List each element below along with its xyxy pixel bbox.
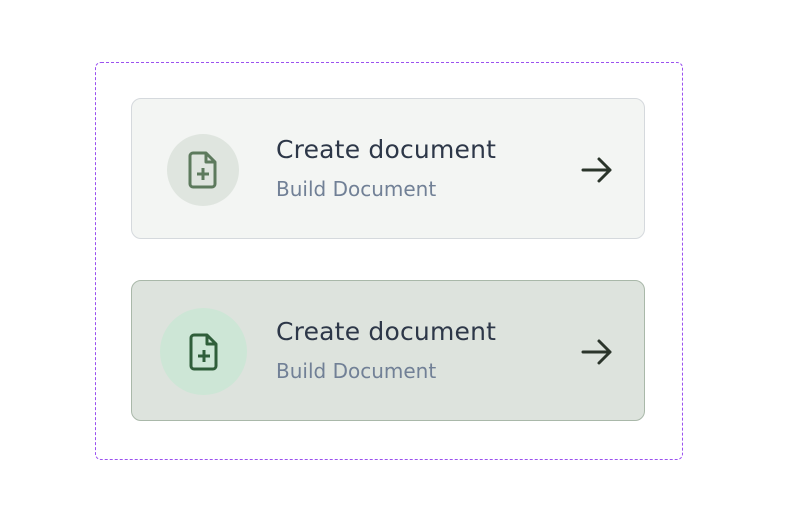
arrow-right-icon (581, 157, 612, 183)
create-document-card[interactable]: Create document Build Document (131, 98, 645, 239)
card-title: Create document (276, 135, 497, 164)
card-subtitle: Build Document (276, 177, 437, 201)
file-plus-icon (188, 151, 217, 189)
arrow-right-icon (581, 339, 612, 365)
icon-circle (167, 134, 239, 206)
card-subtitle: Build Document (276, 359, 437, 383)
card-title: Create document (276, 317, 497, 346)
icon-circle (160, 308, 247, 395)
file-plus-icon (189, 333, 217, 370)
create-document-card-hover[interactable]: Create document Build Document (131, 280, 645, 421)
